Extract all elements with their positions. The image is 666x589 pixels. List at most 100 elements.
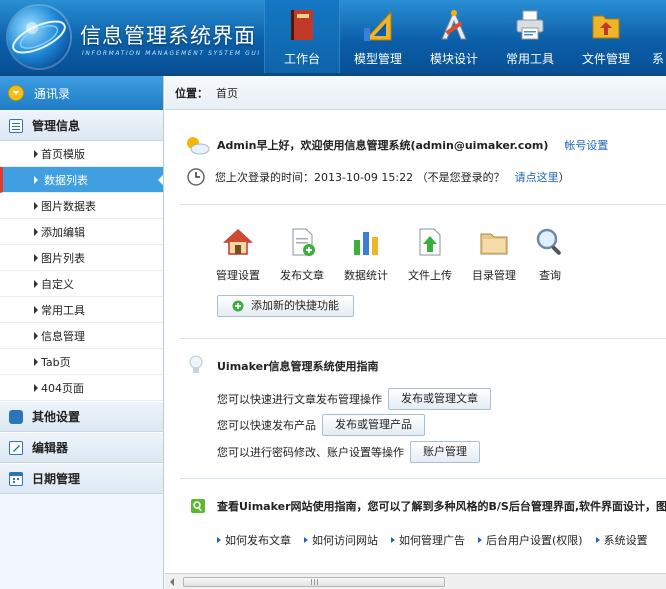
divider [180,478,666,479]
welcome-greeting: Admin早上好，欢迎使用信息管理系统(admin@uimaker.com) [217,139,549,152]
nav-label: 文件管理 [581,52,630,66]
sidebar-sub-list: 首页模版 数据列表 图片数据表 添加编辑 图片列表 自定义 常用工具 信息管理 … [0,141,163,401]
sidebar-item-homepage-template[interactable]: 首页模版 [0,141,163,167]
grip-icon [311,579,318,585]
quick-directory-management[interactable]: 目录管理 [464,226,524,283]
nav-common-tools[interactable]: 常用工具 [492,0,568,76]
account-settings-link[interactable]: 帐号设置 [564,137,608,153]
ruler-triangle-icon [363,10,392,41]
list-icon [9,118,23,133]
sidebar-item-common-tools[interactable]: 常用工具 [0,297,163,323]
nav-label: 常用工具 [505,52,554,66]
divider [180,204,666,205]
nav-system-partial[interactable]: 系 [644,0,666,76]
nav-file-management[interactable]: 文件管理 [568,0,644,76]
breadcrumb-label: 位置： [175,86,208,100]
sidebar-item-info-management[interactable]: 信息管理 [0,323,163,349]
guide-title-row: Uimaker信息管理系统使用指南 [189,355,379,377]
top-nav: 工作台 模型管理 模块设计 常用工具 文件管理 系 [264,0,666,76]
divider [180,338,666,339]
close-paren: ） [558,171,570,184]
manage-articles-button[interactable]: 发布或管理文章 [388,388,491,410]
search-badge-icon [191,499,205,513]
website-guide-links: 如何发布文章 如何访问网站 如何管理广告 后台用户设置(权限) 系统设置 [217,532,661,548]
globe-logo-icon [8,6,70,68]
app-title: 信息管理系统界面 [80,24,256,48]
lightbulb-icon [189,355,203,373]
scrollbar-thumb[interactable] [183,577,445,587]
link-how-publish-article[interactable]: 如何发布文章 [217,532,291,548]
sidebar-item-data-list[interactable]: 数据列表 [0,167,163,193]
sun-cloud-icon [187,137,210,155]
last-login-row: 您上次登录的时间：2013-10-09 15:22 （不是您登录的？ 请点这里 … [187,168,570,186]
link-how-manage-ads[interactable]: 如何管理广告 [391,532,465,548]
group-label: 编辑器 [32,441,69,455]
contacts-label: 通讯录 [34,86,71,101]
quick-search[interactable]: 查询 [520,226,580,283]
add-quick-row: 添加新的快捷功能 [217,295,354,317]
nav-label: 系 [652,52,665,66]
sidebar-contacts[interactable]: 通讯录 [0,76,163,110]
sidebar-group-other-settings[interactable]: 其他设置 [0,401,163,432]
nav-module-design[interactable]: 模块设计 [416,0,492,76]
quick-file-upload[interactable]: 文件上传 [400,226,460,283]
sidebar-item-image-list[interactable]: 图片列表 [0,245,163,271]
website-guide-title-row: 查看Uimaker网站使用指南，您可以了解到多种风格的B/S后台管理界面,软件界… [191,498,666,514]
link-how-visit-website[interactable]: 如何访问网站 [304,532,378,548]
app-subtitle: INFORMATION MANAGEMENT SYSTEM GUI [82,50,261,57]
sidebar-group-editor[interactable]: 编辑器 [0,432,163,463]
nav-label: 工作台 [283,52,320,66]
sidebar-item-image-data-table[interactable]: 图片数据表 [0,193,163,219]
folder-download-icon [592,15,620,39]
quick-data-stats[interactable]: 数据统计 [336,226,396,283]
sidebar-item-tab-page[interactable]: Tab页 [0,349,163,375]
sidebar-item-404-page[interactable]: 404页面 [0,375,163,401]
quick-publish-article[interactable]: 发布文章 [272,226,332,283]
nav-workbench[interactable]: 工作台 [264,0,340,76]
folder-icon [480,233,508,255]
edit-icon [9,440,23,455]
guide-title: Uimaker信息管理系统使用指南 [217,360,379,373]
link-system-settings[interactable]: 系统设置 [596,532,648,548]
guide-row-3: 您可以进行密码修改、账户设置等操作 账户管理 [217,441,480,463]
group-label: 日期管理 [32,472,81,486]
document-add-icon [292,228,315,256]
nav-model-management[interactable]: 模型管理 [340,0,416,76]
group-label: 其他设置 [32,410,81,424]
chevron-down-circle-icon [8,85,24,101]
sidebar-item-add-edit[interactable]: 添加编辑 [0,219,163,245]
horizontal-scrollbar[interactable] [165,573,666,589]
chat-icon [9,409,23,424]
manage-products-button[interactable]: 发布或管理产品 [322,414,425,436]
upload-icon [419,228,441,256]
nav-label: 模型管理 [353,52,402,66]
breadcrumb-current[interactable]: 首页 [216,85,238,101]
add-quick-function-button[interactable]: 添加新的快捷功能 [217,295,354,317]
sidebar-group-date-management[interactable]: 日期管理 [0,463,163,494]
printer-icon [516,10,544,40]
magnifier-icon [536,228,561,255]
guide-row-2: 您可以快速发布产品 发布或管理产品 [217,414,425,436]
sidebar: 通讯录 管理信息 首页模版 数据列表 图片数据表 添加编辑 图片列表 自定义 常… [0,76,164,589]
logo: 信息管理系统界面 INFORMATION MANAGEMENT SYSTEM G… [0,0,264,76]
account-management-button[interactable]: 账户管理 [410,441,480,463]
guide-row-1: 您可以快速进行文章发布管理操作 发布或管理文章 [217,388,491,410]
plus-circle-icon [232,300,244,312]
link-admin-user-settings[interactable]: 后台用户设置(权限) [478,532,583,548]
quick-manage-settings[interactable]: 管理设置 [208,226,268,283]
bar-stats-icon [354,232,378,255]
sidebar-group-manage-info[interactable]: 管理信息 [0,110,163,141]
scroll-left-arrow-icon[interactable] [170,578,174,586]
last-login-text: 您上次登录的时间：2013-10-09 15:22 （不是您登录的？ [215,171,505,184]
header: 信息管理系统界面 INFORMATION MANAGEMENT SYSTEM G… [0,0,666,76]
breadcrumb: 位置： 首页 [165,76,666,110]
click-here-link[interactable]: 请点这里 [515,169,559,185]
calendar-icon [9,471,23,486]
sidebar-item-custom[interactable]: 自定义 [0,271,163,297]
house-icon [223,228,253,255]
welcome-row: Admin早上好，欢迎使用信息管理系统(admin@uimaker.com) 帐… [183,134,608,156]
clock-icon [187,168,205,186]
app-window: 信息管理系统界面 INFORMATION MANAGEMENT SYSTEM G… [0,0,666,589]
drafting-tools-icon [441,9,467,40]
nav-label: 模块设计 [429,52,478,66]
